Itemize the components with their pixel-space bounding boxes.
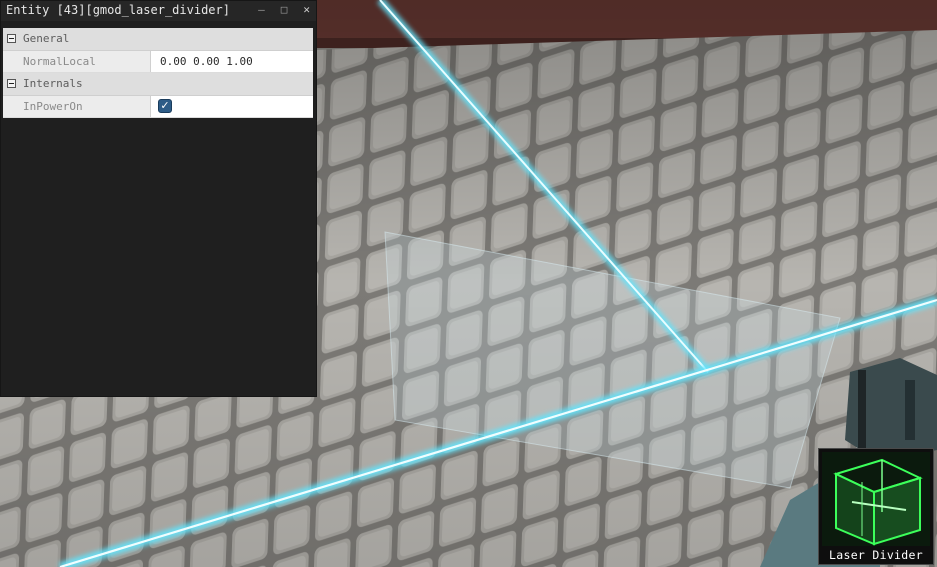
property-sheet: General NormalLocal 0.00 0.00 1.00 Inter… [3,28,313,118]
property-name: NormalLocal [3,51,151,72]
property-value-field[interactable]: 0.00 0.00 1.00 [160,51,253,72]
entity-property-window[interactable]: Entity [43][gmod_laser_divider] — □ ✕ Ge… [0,0,317,397]
property-name: InPowerOn [3,96,151,117]
collapse-icon[interactable] [7,79,16,88]
inpoweron-checkbox[interactable]: ✓ [158,99,172,113]
checkmark-icon: ✓ [160,99,170,112]
maximize-button[interactable]: □ [281,1,288,19]
window-controls: — □ ✕ [258,1,310,19]
laser-divider-icon [822,452,930,546]
window-titlebar[interactable]: Entity [43][gmod_laser_divider] — □ ✕ [1,1,316,21]
category-internals[interactable]: Internals [3,73,313,96]
collapse-icon[interactable] [7,34,16,43]
window-title: Entity [43][gmod_laser_divider] [6,3,230,17]
property-row-inpoweron[interactable]: InPowerOn ✓ [3,96,313,118]
tool-selection-icon: Laser Divider [818,448,934,565]
tool-label: Laser Divider [829,548,923,562]
close-button[interactable]: ✕ [303,1,310,19]
category-general[interactable]: General [3,28,313,51]
minimize-button[interactable]: — [258,1,265,19]
category-label: Internals [23,77,83,90]
category-label: General [23,32,70,45]
property-row-normallocal[interactable]: NormalLocal 0.00 0.00 1.00 [3,51,313,73]
